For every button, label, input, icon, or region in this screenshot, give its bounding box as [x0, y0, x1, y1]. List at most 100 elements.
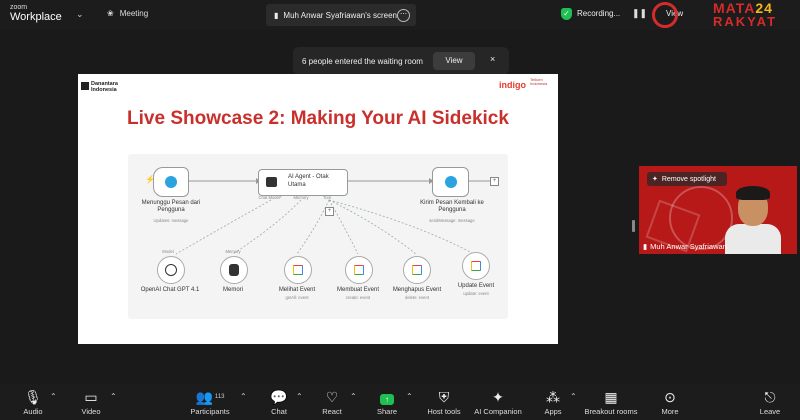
danantara-logo-text: Danantara Indonesia	[91, 81, 118, 93]
speaker-name-tag: ▮ Muh Anwar Syafriawan	[643, 242, 727, 251]
speaker-hair	[736, 186, 770, 200]
video-options-chevron-icon[interactable]: ⌃	[110, 392, 117, 401]
telegram-send-node[interactable]	[432, 167, 469, 197]
participants-icon: 👥 113	[195, 389, 225, 405]
org-line2: Indonesia	[91, 87, 117, 94]
share-label: Share	[376, 407, 397, 416]
google-calendar-icon	[354, 265, 364, 275]
encryption-shield-icon[interactable]: ✓	[561, 8, 572, 20]
telegram-trigger-node[interactable]	[153, 167, 189, 197]
robot-icon	[266, 177, 277, 187]
speaker-body	[725, 224, 781, 254]
react-label: React	[322, 407, 342, 416]
chat-label: Chat	[271, 407, 287, 416]
meeting-tab[interactable]: ❀ Meeting	[107, 9, 148, 18]
chat-button[interactable]: 💬 Chat	[266, 384, 292, 420]
waiting-room-notification: 6 people entered the waiting room View ×	[293, 47, 509, 75]
host-tools-button[interactable]: ⛨ Host tools	[422, 384, 466, 420]
leave-button[interactable]: ⎋ Leave	[756, 384, 784, 420]
ai-companion-button[interactable]: ✦ AI Companion	[472, 384, 524, 420]
paw-icon: ❀	[107, 9, 114, 18]
telegram-icon	[165, 176, 177, 188]
add-tool-plus-icon[interactable]: +	[325, 207, 334, 216]
notification-message: 6 people entered the waiting room	[302, 56, 423, 66]
workflow-diagram: ⚡ Menunggu Pesan dari Pengguna Updates: …	[128, 154, 508, 319]
audio-options-chevron-icon[interactable]: ⌃	[50, 392, 57, 401]
pause-recording-icon[interactable]: ❚❚	[632, 8, 647, 19]
tool-label: Membuat Event	[336, 287, 380, 293]
participants-options-chevron-icon[interactable]: ⌃	[240, 392, 247, 401]
video-off-icon: ▭	[84, 389, 98, 405]
google-calendar-icon	[471, 261, 481, 271]
openai-label: OpenAI Chat GPT 4.1	[140, 287, 200, 293]
tool-node-membuat[interactable]	[345, 256, 373, 284]
shared-screen-tab[interactable]: ▮ Muh Anwar Syafriawan's screen ⋯	[266, 4, 416, 26]
share-button[interactable]: ↑ Share	[374, 384, 400, 420]
apps-label: Apps	[544, 407, 562, 416]
port-chat-model: Chat Model*	[258, 195, 282, 200]
tool-sub: getAll: event	[285, 295, 309, 300]
trigger-node-title: Menunggu Pesan dari Pengguna	[141, 200, 201, 214]
notification-view-button[interactable]: View	[433, 52, 475, 70]
more-button[interactable]: ⊙ More	[656, 384, 684, 420]
breakout-rooms-button[interactable]: ▦ Breakout rooms	[582, 384, 640, 420]
zoom-workplace-logo[interactable]: zoom Workplace	[10, 4, 62, 23]
speaker-name: Muh Anwar Syafriawan	[650, 242, 727, 251]
tool-node-update[interactable]	[462, 252, 490, 280]
mata-rakyat-watermark: MATA24 RAKYAT	[652, 0, 800, 30]
participants-button[interactable]: 👥 113 Participants	[186, 384, 234, 420]
participants-label: Participants	[190, 407, 230, 416]
port-tool: Tool	[323, 195, 331, 200]
pin-icon: ✦	[652, 176, 658, 183]
google-calendar-icon	[293, 265, 303, 275]
chat-options-chevron-icon[interactable]: ⌃	[296, 392, 303, 401]
zoom-logo-text: zoom	[10, 4, 28, 11]
chevron-down-icon[interactable]: ⌄	[76, 9, 84, 20]
tool-label: Melihat Event	[278, 287, 316, 293]
apps-options-chevron-icon[interactable]: ⌃	[570, 392, 577, 401]
video-button[interactable]: ▭ Video	[76, 384, 106, 420]
memory-node[interactable]	[220, 256, 248, 284]
tool-label: Update Event	[457, 283, 495, 289]
meeting-tab-label: Meeting	[119, 9, 149, 18]
watermark-text-line2: RAKYAT	[713, 14, 778, 29]
tool-sub: create: event	[345, 295, 371, 300]
apps-button[interactable]: ⁂ Apps	[540, 384, 566, 420]
trigger-node-sub: Updates: message	[153, 218, 189, 223]
danantara-logo-icon	[81, 82, 89, 90]
recording-indicator[interactable]: Recording...	[577, 9, 620, 18]
tool-sub: update: event	[463, 291, 489, 296]
remove-spotlight-label: Remove spotlight	[661, 175, 716, 183]
speaker-video-tile[interactable]: ✦ Remove spotlight ▮ Muh Anwar Syafriawa…	[639, 166, 797, 254]
panel-resize-handle[interactable]	[632, 220, 635, 232]
screen-share-icon: ▮	[274, 10, 279, 20]
share-screen-icon: ↑	[374, 387, 400, 407]
microphone-muted-icon: 🎙	[24, 389, 42, 405]
tool-node-melihat[interactable]	[284, 256, 312, 284]
port-memory: Memory	[293, 195, 309, 200]
react-options-chevron-icon[interactable]: ⌃	[350, 392, 357, 401]
telkom-logo: Telkom Indonesia	[530, 77, 548, 87]
remove-spotlight-button[interactable]: ✦ Remove spotlight	[647, 172, 727, 186]
share-options-chevron-icon[interactable]: ⌃	[406, 392, 413, 401]
telegram-icon	[444, 176, 457, 188]
openai-node[interactable]	[157, 256, 185, 284]
more-options-icon[interactable]: ⋯	[397, 9, 410, 22]
memory-label: Memori	[222, 287, 243, 293]
react-button[interactable]: ♡ React	[319, 384, 345, 420]
add-node-plus-icon[interactable]: +	[490, 177, 499, 186]
heart-icon: ♡	[325, 389, 339, 405]
shared-slide: Danantara Indonesia indigo Telkom Indone…	[78, 74, 558, 344]
watermark-ring-icon	[652, 2, 678, 28]
model-tag: Model	[162, 249, 174, 254]
tool-node-menghapus[interactable]	[403, 256, 431, 284]
close-icon[interactable]: ×	[490, 54, 495, 64]
participants-count: 113	[214, 394, 225, 400]
tool-label: Menghapus Event	[392, 287, 442, 293]
apps-icon: ⁂	[546, 389, 560, 405]
ai-agent-node[interactable]: AI Agent - Otak Utama	[258, 169, 348, 196]
openai-icon	[165, 264, 177, 276]
audio-button[interactable]: 🎙 Audio	[18, 384, 48, 420]
send-node-title: Kirim Pesan Kembali ke Pengguna	[420, 200, 484, 214]
host-tools-label: Host tools	[427, 407, 461, 416]
